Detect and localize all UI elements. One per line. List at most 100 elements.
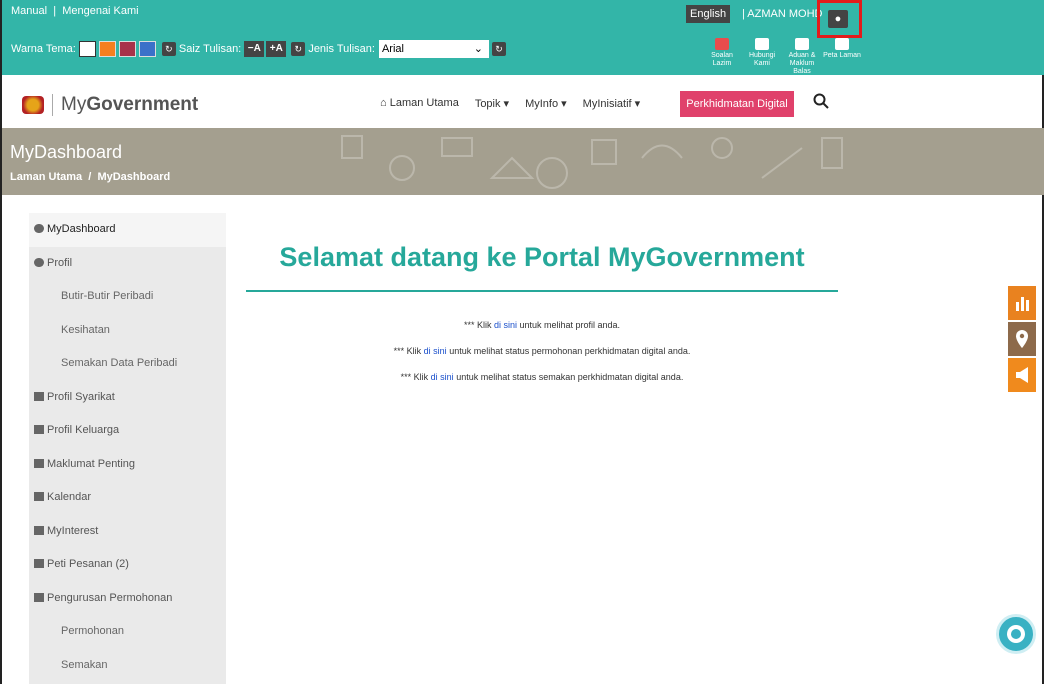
info-line-application: *** Klik di sini untuk melihat status pe… (246, 346, 838, 356)
font-select[interactable]: Arial ⌄ (378, 40, 489, 58)
phone-icon (755, 38, 769, 50)
sidebar-item-profil[interactable]: Profil (29, 247, 226, 281)
reset-font-icon[interactable]: ↻ (491, 42, 506, 56)
breadcrumb-home[interactable]: Laman Utama (10, 171, 82, 183)
nav-item-topik[interactable]: Topik ▾ (475, 97, 509, 110)
theme-label: Warna Tema: (11, 43, 76, 55)
file-icon (34, 458, 44, 468)
info-text: untuk melihat profil anda. (516, 320, 621, 330)
sidebar-item-butir-peribadi[interactable]: Butir-Butir Peribadi (29, 280, 226, 314)
heading-divider (246, 290, 838, 292)
digital-services-button[interactable]: Perkhidmatan Digital (680, 91, 794, 117)
sidebar-item-label: Kesihatan (61, 323, 110, 336)
banner-doodle-image (341, 135, 843, 189)
top-links: Manual | Mengenai Kami (11, 5, 139, 17)
main-navbar: MyGovernment ⌂ Laman Utama Topik ▾ MyInf… (10, 80, 858, 128)
info-line-profile: *** Klik di sini untuk melihat profil an… (246, 320, 838, 330)
logo-text: MyGovernment (52, 94, 198, 116)
chat-assistant-button[interactable] (996, 614, 1036, 654)
sidebar-item-label: MyDashboard (47, 223, 116, 235)
sidebar-item-myinterest[interactable]: MyInterest (29, 515, 226, 549)
application-status-link[interactable]: di sini (424, 346, 447, 356)
sitemap-icon (835, 38, 849, 50)
chat-bot-icon (1007, 625, 1025, 643)
sidebar-item-profil-syarikat[interactable]: Profil Syarikat (29, 381, 226, 415)
welcome-heading: Selamat datang ke Portal MyGovernment (279, 242, 805, 272)
sidebar-item-pengurusan-permohonan[interactable]: Pengurusan Permohonan (29, 582, 226, 616)
nav-item-myinisiatif[interactable]: MyInisiatif ▾ (583, 97, 640, 110)
sidebar-item-label: Kalendar (47, 491, 92, 503)
about-link[interactable]: Mengenai Kami (62, 5, 138, 17)
quick-link-label: Soalan Lazim (711, 52, 733, 67)
language-button[interactable]: English (686, 5, 731, 23)
user-name[interactable]: | AZMAN MOHD (742, 8, 822, 20)
sidebar-item-label: Profil Keluarga (47, 424, 120, 436)
dashboard-icon (34, 224, 44, 233)
megaphone-icon (1016, 367, 1028, 383)
sidebar-item-label: Profil (47, 256, 73, 269)
sidebar-item-label: Semakan (61, 658, 108, 671)
theme-swatch-maroon[interactable] (118, 41, 136, 57)
review-status-link[interactable]: di sini (431, 372, 454, 382)
quick-link-feedback[interactable]: Aduan & Maklum Balas (782, 38, 822, 76)
sidebar-item-mydashboard[interactable]: MyDashboard (29, 213, 226, 247)
sidebar-item-semakan[interactable]: Semakan (29, 649, 226, 683)
sidebar-item-label: Peti Pesanan (2) (47, 558, 129, 570)
statistics-button[interactable] (1008, 286, 1036, 320)
users-icon (34, 425, 44, 434)
nav-item-label: Laman Utama (389, 97, 459, 109)
highlight-box (817, 0, 862, 38)
font-select-value: Arial (381, 43, 404, 55)
page-banner: MyDashboard Laman Utama / MyDashboard (2, 128, 1044, 195)
sidebar-item-peti-pesanan[interactable]: Peti Pesanan (2) (29, 548, 226, 582)
info-text: *** Klik (393, 346, 424, 356)
sidebar-item-label: Semakan Data Peribadi (61, 357, 178, 369)
quick-link-label: Hubungi Kami (748, 52, 776, 67)
sidebar-item-kalendar[interactable]: Kalendar (29, 481, 226, 515)
font-increase-button[interactable]: +A (266, 41, 287, 57)
nav-item-home[interactable]: ⌂ Laman Utama (380, 97, 459, 110)
logo-text-gov: Government (86, 94, 199, 115)
sidebar: MyDashboard Profil Butir-Butir Peribadi … (29, 213, 226, 684)
manual-link[interactable]: Manual (11, 5, 47, 17)
link-separator: | (53, 5, 57, 17)
sidebar-item-label: Maklumat Penting (47, 457, 136, 470)
sidebar-item-label: Permohonan (61, 625, 124, 637)
sidebar-item-permohonan[interactable]: Permohonan (29, 615, 226, 649)
reset-size-icon[interactable]: ↻ (291, 42, 306, 56)
breadcrumb-current: MyDashboard (97, 171, 171, 183)
file-icon (34, 492, 44, 501)
sidebar-item-kesihatan[interactable]: Kesihatan (29, 314, 226, 348)
breadcrumb: Laman Utama / MyDashboard (10, 171, 170, 183)
profile-link[interactable]: di sini (494, 320, 517, 330)
search-icon[interactable] (813, 93, 829, 109)
theme-swatch-blue[interactable] (138, 41, 156, 57)
home-icon: ⌂ (380, 97, 387, 109)
chevron-down-icon: ⌄ (473, 43, 483, 55)
user-icon (34, 257, 44, 267)
reset-theme-icon[interactable]: ↻ (161, 42, 176, 56)
sidebar-item-semakan-data[interactable]: Semakan Data Peribadi (29, 347, 226, 381)
quick-link-sitemap[interactable]: Peta Laman (822, 38, 862, 60)
quick-link-label: Peta Laman (823, 52, 861, 59)
file-icon (34, 525, 44, 535)
site-logo[interactable]: MyGovernment (22, 94, 198, 116)
sidebar-item-profil-keluarga[interactable]: Profil Keluarga (29, 414, 226, 448)
location-button[interactable] (1008, 322, 1036, 356)
announcement-button[interactable] (1008, 358, 1036, 392)
sidebar-item-label: MyInterest (47, 524, 99, 537)
size-label: Saiz Tulisan: (178, 43, 242, 55)
quick-link-contact[interactable]: Hubungi Kami (742, 38, 782, 68)
sidebar-item-maklumat-penting[interactable]: Maklumat Penting (29, 448, 226, 482)
nav-item-myinfo[interactable]: MyInfo ▾ (525, 97, 567, 110)
info-text: untuk melihat status semakan perkhidmata… (453, 372, 684, 382)
faq-icon (715, 38, 729, 50)
theme-swatch-white[interactable] (78, 41, 96, 57)
info-text: *** Klik (400, 372, 431, 382)
language-label: English (690, 8, 727, 20)
nav-menu: ⌂ Laman Utama Topik ▾ MyInfo ▾ MyInisiat… (380, 97, 656, 110)
theme-swatch-orange[interactable] (98, 41, 116, 57)
quick-link-faq[interactable]: Soalan Lazim (702, 38, 742, 68)
info-text: untuk melihat status permohonan perkhidm… (446, 346, 691, 356)
font-decrease-button[interactable]: −A (244, 41, 265, 57)
